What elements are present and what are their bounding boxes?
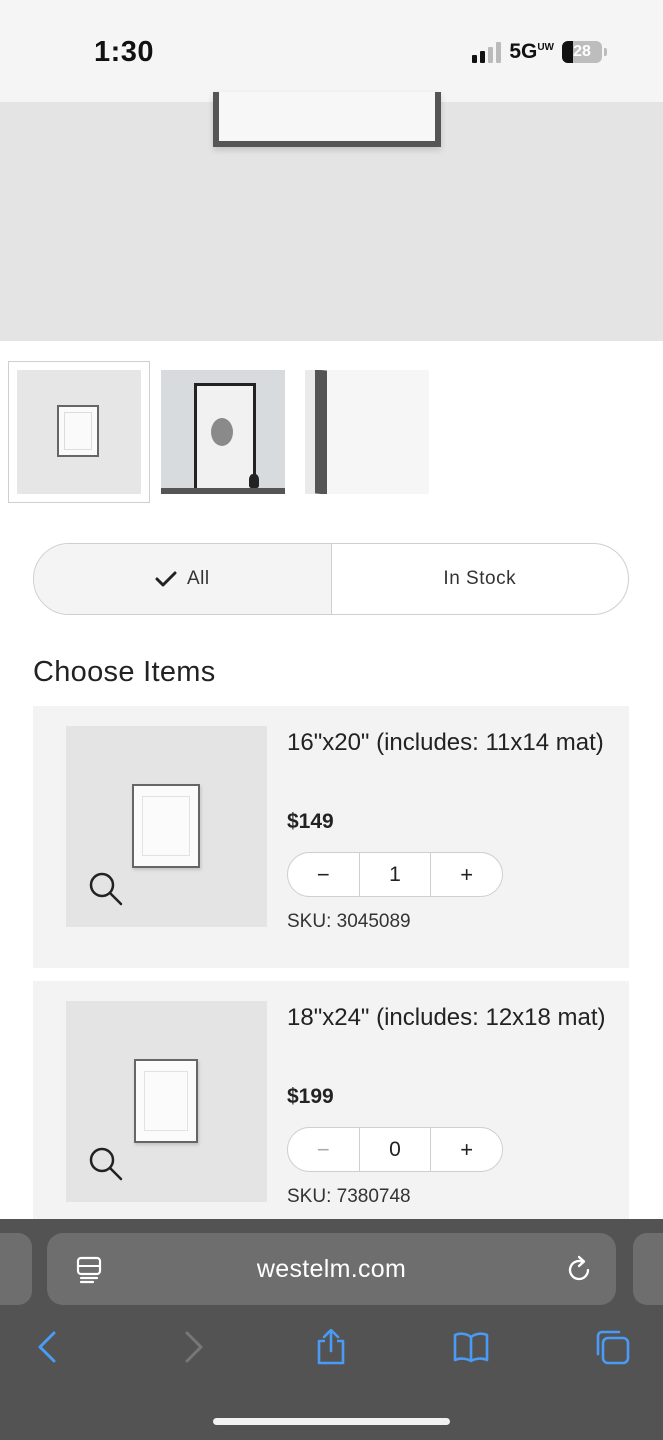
product-price: $199 <box>287 1085 334 1108</box>
network-label: 5G <box>509 40 538 63</box>
thumbnail-front-view[interactable] <box>17 370 141 494</box>
mat-picture <box>327 370 429 494</box>
previous-tab-preview[interactable] <box>0 1233 32 1305</box>
thumbnail-corner-detail[interactable] <box>305 370 429 494</box>
product-sku: SKU: 3045089 <box>287 911 411 932</box>
filter-in-stock-label: In Stock <box>443 568 517 589</box>
home-indicator[interactable] <box>213 1418 450 1425</box>
next-tab-preview[interactable] <box>633 1233 663 1305</box>
decrease-quantity-button[interactable]: − <box>288 853 359 896</box>
tabs-icon[interactable] <box>594 1329 630 1365</box>
shelf-picture <box>161 488 285 494</box>
battery-fill <box>562 41 574 63</box>
filter-all-button[interactable]: All <box>34 544 331 614</box>
increase-quantity-button[interactable]: + <box>431 1128 502 1171</box>
network-suffix: UW <box>537 42 554 53</box>
quantity-value[interactable]: 1 <box>358 853 432 896</box>
battery-tip <box>604 48 607 56</box>
frame-thumb-picture <box>57 405 99 457</box>
thumbnail-wall-view[interactable] <box>161 370 285 494</box>
decrease-quantity-button[interactable]: − <box>288 1128 359 1171</box>
forward-icon[interactable] <box>175 1329 211 1365</box>
quantity-stepper: − 0 + <box>287 1127 503 1172</box>
vase-picture <box>249 474 259 488</box>
status-indicators: 5GUW 28 <box>472 40 607 64</box>
browser-toolbar: westelm.com <box>0 1219 663 1440</box>
section-title: Choose Items <box>33 656 216 688</box>
product-image[interactable] <box>66 1001 267 1202</box>
product-sku: SKU: 7380748 <box>287 1186 411 1207</box>
status-time: 1:30 <box>94 36 155 68</box>
url-text: westelm.com <box>256 1255 407 1283</box>
quantity-value[interactable]: 0 <box>358 1128 432 1171</box>
frame-picture <box>134 1059 198 1143</box>
network-indicator: 5GUW <box>509 40 554 64</box>
filter-all-label: All <box>186 568 210 589</box>
battery-percent: 28 <box>573 43 591 60</box>
hero-image[interactable] <box>0 92 663 341</box>
zoom-icon[interactable] <box>88 1146 124 1182</box>
status-bar: 1:30 5GUW 28 <box>0 0 663 102</box>
product-card: 18"x24" (includes: 12x18 mat) $199 − 0 +… <box>33 981 629 1221</box>
zoom-icon[interactable] <box>88 871 124 907</box>
product-price: $149 <box>287 810 334 833</box>
hero-frame-picture <box>213 92 441 147</box>
product-card: 16"x20" (includes: 11x14 mat) $149 − 1 +… <box>33 706 629 968</box>
signal-icon <box>472 41 502 63</box>
stock-filter-toggle: All In Stock <box>33 543 629 615</box>
bookmarks-icon[interactable] <box>453 1329 489 1365</box>
address-bar[interactable]: westelm.com <box>47 1233 616 1305</box>
quantity-stepper: − 1 + <box>287 852 503 897</box>
product-title: 18"x24" (includes: 12x18 mat) <box>287 1004 606 1031</box>
frame-picture <box>132 784 200 868</box>
battery-icon: 28 <box>562 41 602 63</box>
product-title: 16"x20" (includes: 11x14 mat) <box>287 729 604 756</box>
artwork-picture <box>211 418 233 446</box>
back-icon[interactable] <box>30 1329 66 1365</box>
share-icon[interactable] <box>313 1329 349 1365</box>
product-image[interactable] <box>66 726 267 927</box>
reload-icon[interactable] <box>564 1255 594 1285</box>
frame-edge-picture <box>315 370 327 494</box>
increase-quantity-button[interactable]: + <box>431 853 502 896</box>
check-icon <box>155 571 177 587</box>
filter-in-stock-button[interactable]: In Stock <box>330 544 629 614</box>
